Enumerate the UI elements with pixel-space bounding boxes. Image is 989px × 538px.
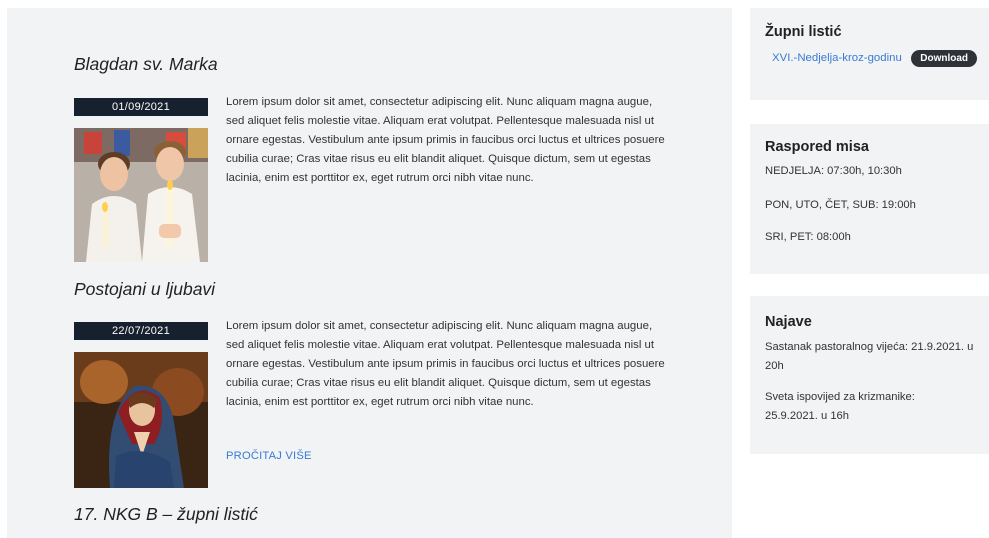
announcements-title: Najave <box>765 314 812 330</box>
download-button[interactable]: Download <box>911 50 978 67</box>
post-excerpt-2: Lorem ipsum dolor sit amet, consectetur … <box>226 320 665 408</box>
mass-schedule-line: NEDJELJA: 07:30h, 10:30h <box>765 165 902 177</box>
post-image-2[interactable] <box>74 352 208 488</box>
post-image-1[interactable] <box>74 128 208 262</box>
bulletin-widget: Župni listić XVI.-Nedjelja-kroz-godinu D… <box>750 8 989 100</box>
post-date-1: 01/09/2021 <box>74 98 208 116</box>
bulletin-title: Župni listić <box>765 24 842 40</box>
post-title-1[interactable]: Blagdan sv. Marka <box>74 54 218 75</box>
announcement-item: Sastanak pastoralnog vijeća: 21.9.2021. … <box>765 341 974 372</box>
post-excerpt-1: Lorem ipsum dolor sit amet, consectetur … <box>226 96 665 184</box>
mass-schedule-widget: Raspored misa NEDJELJA: 07:30h, 10:30h P… <box>750 124 989 274</box>
announcement-item: Sveta ispovijed za krizmanike: 25.9.2021… <box>765 391 915 422</box>
bulletin-file-row: XVI.-Nedjelja-kroz-godinu Download <box>772 48 978 67</box>
posts-column: Blagdan sv. Marka 01/09/2021 Lorem ipsum… <box>7 8 732 538</box>
post-date-2: 22/07/2021 <box>74 322 208 340</box>
mass-schedule-title: Raspored misa <box>765 139 869 155</box>
mass-schedule-line: SRI, PET: 08:00h <box>765 231 851 243</box>
bulletin-file-link[interactable]: XVI.-Nedjelja-kroz-godinu <box>772 52 902 64</box>
praying-madonna-image <box>74 352 208 488</box>
mass-schedule-line: PON, UTO, ČET, SUB: 19:00h <box>765 199 916 211</box>
announcements-widget: Najave Sastanak pastoralnog vijeća: 21.9… <box>750 296 989 454</box>
read-more-link[interactable]: PROČITAJ VIŠE <box>226 450 312 462</box>
post-title-2[interactable]: Postojani u ljubavi <box>74 279 215 300</box>
first-communion-boys-image <box>74 128 208 262</box>
post-title-3[interactable]: 17. NKG B – župni listić <box>74 504 258 525</box>
